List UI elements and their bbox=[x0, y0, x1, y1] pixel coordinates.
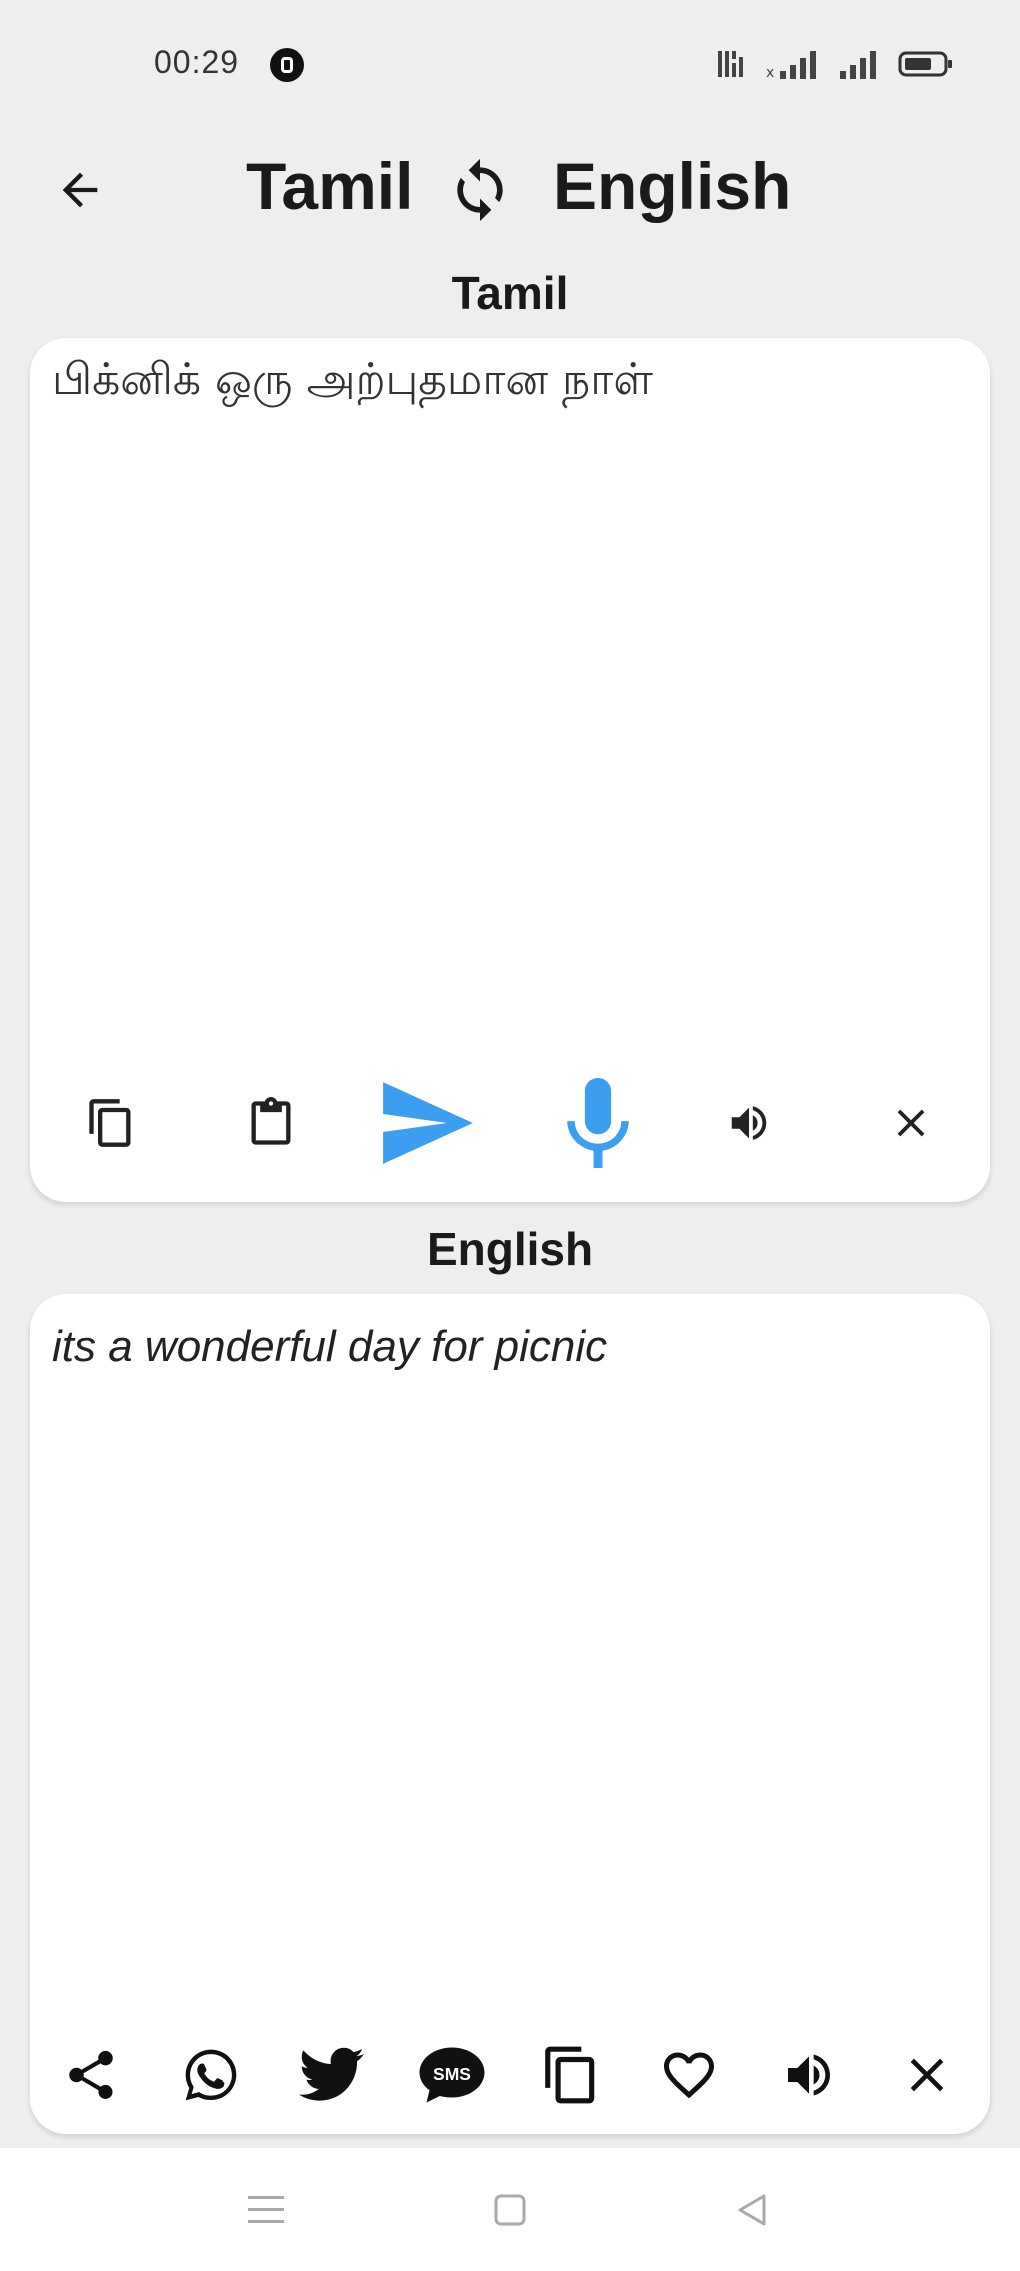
favorite-button[interactable] bbox=[654, 2040, 724, 2110]
back-triangle-icon bbox=[738, 2194, 766, 2226]
sms-button[interactable]: SMS bbox=[412, 2040, 492, 2110]
target-panel: its a wonderful day for picnic SMS bbox=[30, 1294, 990, 2134]
whatsapp-icon bbox=[185, 2049, 237, 2101]
source-panel-label: Tamil bbox=[451, 267, 569, 319]
copy-icon bbox=[89, 1099, 131, 1147]
twitter-icon bbox=[299, 2047, 364, 2101]
status-bar: 00:29 x bbox=[0, 0, 1020, 130]
recents-button[interactable] bbox=[234, 2178, 298, 2242]
target-toolbar: SMS bbox=[30, 2024, 990, 2124]
signal-icon-2 bbox=[840, 51, 876, 79]
copy-button[interactable] bbox=[76, 1088, 146, 1158]
clear-translation-button[interactable] bbox=[892, 2040, 962, 2110]
app-header: Tamil English bbox=[0, 130, 1020, 240]
share-button[interactable] bbox=[56, 2040, 126, 2110]
translated-text: its a wonderful day for picnic bbox=[52, 1322, 608, 1371]
close-icon bbox=[897, 1109, 925, 1137]
notification-icon bbox=[270, 48, 304, 82]
clear-source-button[interactable] bbox=[876, 1088, 946, 1158]
system-nav-bar bbox=[0, 2148, 1020, 2271]
paste-icon bbox=[251, 1097, 291, 1145]
home-icon bbox=[494, 2194, 526, 2226]
close-icon bbox=[910, 2058, 944, 2092]
sms-icon: SMS bbox=[419, 2047, 485, 2103]
speaker-icon bbox=[731, 1106, 767, 1140]
speaker-icon bbox=[788, 2054, 830, 2096]
wifi-icon bbox=[718, 51, 743, 77]
signal-icon: x bbox=[766, 51, 816, 81]
arrow-left-icon bbox=[62, 172, 98, 208]
mic-icon bbox=[567, 1078, 629, 1168]
speak-translation-button[interactable] bbox=[774, 2040, 844, 2110]
status-time: 00:29 bbox=[154, 44, 240, 80]
translator-screen: 00:29 x Tamil English Tamil பிக்னிக் ஒரு… bbox=[0, 0, 1020, 2271]
back-button[interactable] bbox=[44, 154, 116, 226]
source-panel: பிக்னிக் ஒரு அற்புதமான நாள் bbox=[30, 338, 990, 1202]
svg-text:SMS: SMS bbox=[433, 2064, 471, 2084]
svg-text:x: x bbox=[766, 65, 774, 81]
menu-icon bbox=[248, 2196, 284, 2223]
swap-languages-button[interactable] bbox=[442, 152, 518, 228]
system-back-button[interactable] bbox=[720, 2178, 784, 2242]
paste-button[interactable] bbox=[236, 1088, 306, 1158]
source-toolbar bbox=[30, 1068, 990, 1178]
copy-icon bbox=[545, 2046, 595, 2104]
copy-translation-button[interactable] bbox=[536, 2040, 606, 2110]
swap-icon bbox=[457, 158, 503, 222]
home-button[interactable] bbox=[478, 2178, 542, 2242]
status-icons: x bbox=[716, 44, 954, 84]
share-icon bbox=[69, 2050, 113, 2099]
send-icon bbox=[383, 1082, 473, 1164]
source-language-button[interactable]: Tamil bbox=[246, 148, 413, 224]
translate-send-button[interactable] bbox=[368, 1068, 488, 1178]
speak-source-button[interactable] bbox=[714, 1088, 784, 1158]
heart-icon bbox=[664, 2052, 714, 2099]
source-text-input[interactable]: பிக்னிக் ஒரு அற்புதமான நாள் bbox=[52, 354, 952, 411]
target-language-button[interactable]: English bbox=[553, 148, 791, 224]
battery-icon bbox=[898, 51, 952, 77]
twitter-button[interactable] bbox=[292, 2040, 372, 2110]
mic-button[interactable] bbox=[548, 1068, 648, 1178]
whatsapp-button[interactable] bbox=[176, 2040, 246, 2110]
target-panel-label: English bbox=[426, 1223, 594, 1275]
